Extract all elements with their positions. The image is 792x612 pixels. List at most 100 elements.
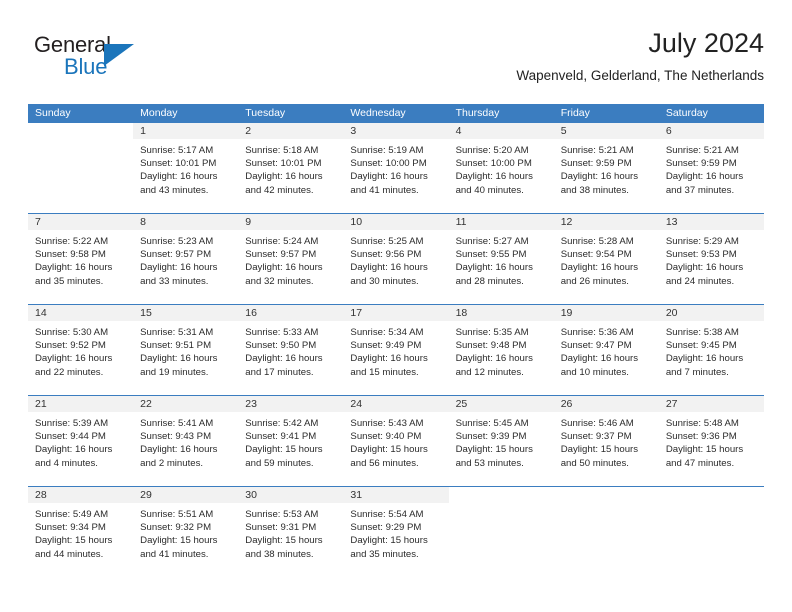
calendar-day-cell[interactable]: 1 Sunrise: 5:17 AM Sunset: 10:01 PM Dayligh… [133,123,239,214]
day-number: 24 [343,396,449,412]
calendar-day-cell[interactable]: 30 Sunrise: 5:53 AM Sunset: 9:31 PM Dayligh… [238,486,344,577]
sunset-text: Sunset: 10:01 PM [245,158,322,170]
calendar-day-cell[interactable]: 7 Sunrise: 5:22 AM Sunset: 9:58 PM Daylight… [28,213,134,305]
day-cell-content: 9 Sunrise: 5:24 AM Sunset: 9:57 PM Daylight… [238,214,344,304]
day-number: 1 [133,123,239,139]
calendar-day-cell[interactable]: 14 Sunrise: 5:30 AM Sunset: 9:52 PM Dayligh… [28,304,134,396]
sunset-text: Sunset: 9:50 PM [245,340,317,352]
sunrise-text: Sunrise: 5:28 AM [560,236,634,247]
sunrise-text: Sunrise: 5:18 AM [245,145,319,156]
calendar-day-cell[interactable]: 27 Sunrise: 5:48 AM Sunset: 9:36 PM Dayligh… [658,395,764,487]
day-details: Sunrise: 5:42 AM Sunset: 9:41 PM Daylight:… [238,412,343,470]
day-number: 10 [343,214,449,230]
weekday-header-monday: Monday [133,104,239,123]
day-number: 26 [553,396,659,412]
calendar-day-cell[interactable]: 11 Sunrise: 5:27 AM Sunset: 9:55 PM Dayligh… [448,213,554,305]
sunset-text: Sunset: 9:53 PM [665,249,737,261]
day-cell-content [448,487,554,577]
calendar-day-cell[interactable]: 19 Sunrise: 5:36 AM Sunset: 9:47 PM Dayligh… [553,304,659,396]
sunrise-text: Sunrise: 5:30 AM [35,327,109,338]
calendar-page: General Blue July 2024 Wapenveld, Gelder… [0,0,792,612]
day-cell-content: 26 Sunrise: 5:46 AM Sunset: 9:37 PM Dayligh… [553,396,659,486]
sunrise-text: Sunrise: 5:21 AM [665,145,739,156]
day-details: Sunrise: 5:17 AM Sunset: 10:01 PM Daylight… [133,139,238,197]
day-number: 29 [133,487,239,503]
calendar-day-cell[interactable]: 10 Sunrise: 5:25 AM Sunset: 9:56 PM Dayligh… [343,213,449,305]
sunrise-text: Sunrise: 5:43 AM [350,418,424,429]
logo-text-blue: Blue [64,54,108,79]
calendar-day-cell[interactable]: 6 Sunrise: 5:21 AM Sunset: 9:59 PM Daylight… [658,123,764,214]
calendar-day-cell[interactable]: 18 Sunrise: 5:35 AM Sunset: 9:48 PM Dayligh… [448,304,554,396]
daylight-text: Daylight: 16 hours and 4 minutes. [35,444,113,469]
calendar-day-cell[interactable]: 24 Sunrise: 5:43 AM Sunset: 9:40 PM Dayligh… [343,395,449,487]
sunset-text: Sunset: 10:00 PM [350,158,427,170]
sunrise-text: Sunrise: 5:20 AM [455,145,529,156]
sunrise-text: Sunrise: 5:22 AM [35,236,109,247]
sunset-text: Sunset: 9:41 PM [245,431,317,443]
daylight-text: Daylight: 16 hours and 28 minutes. [455,262,533,287]
sunset-text: Sunset: 9:37 PM [560,431,632,443]
calendar-day-cell[interactable]: 8 Sunrise: 5:23 AM Sunset: 9:57 PM Daylight… [133,213,239,305]
calendar-day-cell[interactable]: 2 Sunrise: 5:18 AM Sunset: 10:01 PM Dayligh… [238,123,344,214]
day-number: 19 [553,305,659,321]
calendar-day-cell [553,486,659,577]
calendar-day-cell[interactable]: 28 Sunrise: 5:49 AM Sunset: 9:34 PM Dayligh… [28,486,134,577]
title-block: July 2024 Wapenveld, Gelderland, The Net… [516,26,764,86]
calendar-day-cell[interactable]: 3 Sunrise: 5:19 AM Sunset: 10:00 PM Dayligh… [343,123,449,214]
day-number: 12 [553,214,659,230]
sunrise-text: Sunrise: 5:24 AM [245,236,319,247]
day-number: 8 [133,214,239,230]
logo-general-blue[interactable]: General Blue [34,32,214,90]
calendar-body: 1 Sunrise: 5:17 AM Sunset: 10:01 PM Dayligh… [28,123,764,577]
daylight-text: Daylight: 15 hours and 38 minutes. [245,535,323,560]
day-details: Sunrise: 5:19 AM Sunset: 10:00 PM Daylight… [343,139,448,197]
calendar-day-cell[interactable]: 31 Sunrise: 5:54 AM Sunset: 9:29 PM Dayligh… [343,486,449,577]
sunset-text: Sunset: 9:29 PM [350,522,422,534]
weekday-header-row: Sunday Monday Tuesday Wednesday Thursday… [28,104,764,123]
sunset-text: Sunset: 9:57 PM [140,249,212,261]
day-number: 7 [28,214,134,230]
sunset-text: Sunset: 9:57 PM [245,249,317,261]
sunset-text: Sunset: 9:39 PM [455,431,527,443]
sunset-text: Sunset: 10:01 PM [140,158,217,170]
day-number: 5 [553,123,659,139]
day-cell-content: 25 Sunrise: 5:45 AM Sunset: 9:39 PM Dayligh… [448,396,554,486]
calendar-day-cell [28,123,134,214]
day-cell-content: 10 Sunrise: 5:25 AM Sunset: 9:56 PM Dayligh… [343,214,449,304]
sunrise-text: Sunrise: 5:35 AM [455,327,529,338]
calendar-day-cell [448,486,554,577]
calendar-day-cell[interactable]: 13 Sunrise: 5:29 AM Sunset: 9:53 PM Dayligh… [658,213,764,305]
daylight-text: Daylight: 15 hours and 50 minutes. [560,444,639,469]
sunset-text: Sunset: 9:51 PM [140,340,212,352]
day-cell-content: 27 Sunrise: 5:48 AM Sunset: 9:36 PM Dayligh… [658,396,764,486]
sunrise-text: Sunrise: 5:27 AM [455,236,529,247]
calendar-day-cell[interactable]: 22 Sunrise: 5:41 AM Sunset: 9:43 PM Dayligh… [133,395,239,487]
sunrise-text: Sunrise: 5:21 AM [560,145,634,156]
sunset-text: Sunset: 9:34 PM [35,522,106,534]
day-cell-content: 22 Sunrise: 5:41 AM Sunset: 9:43 PM Dayligh… [133,396,239,486]
calendar-week-row: 1 Sunrise: 5:17 AM Sunset: 10:01 PM Dayligh… [28,123,764,214]
calendar-day-cell[interactable]: 16 Sunrise: 5:33 AM Sunset: 9:50 PM Dayligh… [238,304,344,396]
sunset-text: Sunset: 9:36 PM [665,431,737,443]
weekday-header-sunday: Sunday [28,104,134,123]
calendar-day-cell[interactable]: 20 Sunrise: 5:38 AM Sunset: 9:45 PM Dayligh… [658,304,764,396]
daylight-text: Daylight: 16 hours and 37 minutes. [665,171,744,196]
calendar-day-cell[interactable]: 5 Sunrise: 5:21 AM Sunset: 9:59 PM Daylight… [553,123,659,214]
calendar-day-cell[interactable]: 4 Sunrise: 5:20 AM Sunset: 10:00 PM Dayligh… [448,123,554,214]
day-number [553,487,659,503]
calendar-day-cell[interactable]: 9 Sunrise: 5:24 AM Sunset: 9:57 PM Daylight… [238,213,344,305]
calendar-day-cell[interactable]: 17 Sunrise: 5:34 AM Sunset: 9:49 PM Dayligh… [343,304,449,396]
calendar-day-cell[interactable]: 21 Sunrise: 5:39 AM Sunset: 9:44 PM Dayligh… [28,395,134,487]
calendar-day-cell[interactable]: 26 Sunrise: 5:46 AM Sunset: 9:37 PM Dayligh… [553,395,659,487]
sunrise-text: Sunrise: 5:29 AM [665,236,739,247]
calendar-week-row: 28 Sunrise: 5:49 AM Sunset: 9:34 PM Dayligh… [28,486,764,577]
calendar-day-cell[interactable]: 12 Sunrise: 5:28 AM Sunset: 9:54 PM Dayligh… [553,213,659,305]
sunset-text: Sunset: 9:40 PM [350,431,422,443]
sunrise-text: Sunrise: 5:38 AM [665,327,739,338]
calendar-day-cell[interactable]: 25 Sunrise: 5:45 AM Sunset: 9:39 PM Dayligh… [448,395,554,487]
day-cell-content: 21 Sunrise: 5:39 AM Sunset: 9:44 PM Dayligh… [28,396,134,486]
daylight-text: Daylight: 16 hours and 26 minutes. [560,262,639,287]
calendar-day-cell[interactable]: 15 Sunrise: 5:31 AM Sunset: 9:51 PM Dayligh… [133,304,239,396]
calendar-day-cell[interactable]: 23 Sunrise: 5:42 AM Sunset: 9:41 PM Dayligh… [238,395,344,487]
calendar-day-cell[interactable]: 29 Sunrise: 5:51 AM Sunset: 9:32 PM Dayligh… [133,486,239,577]
